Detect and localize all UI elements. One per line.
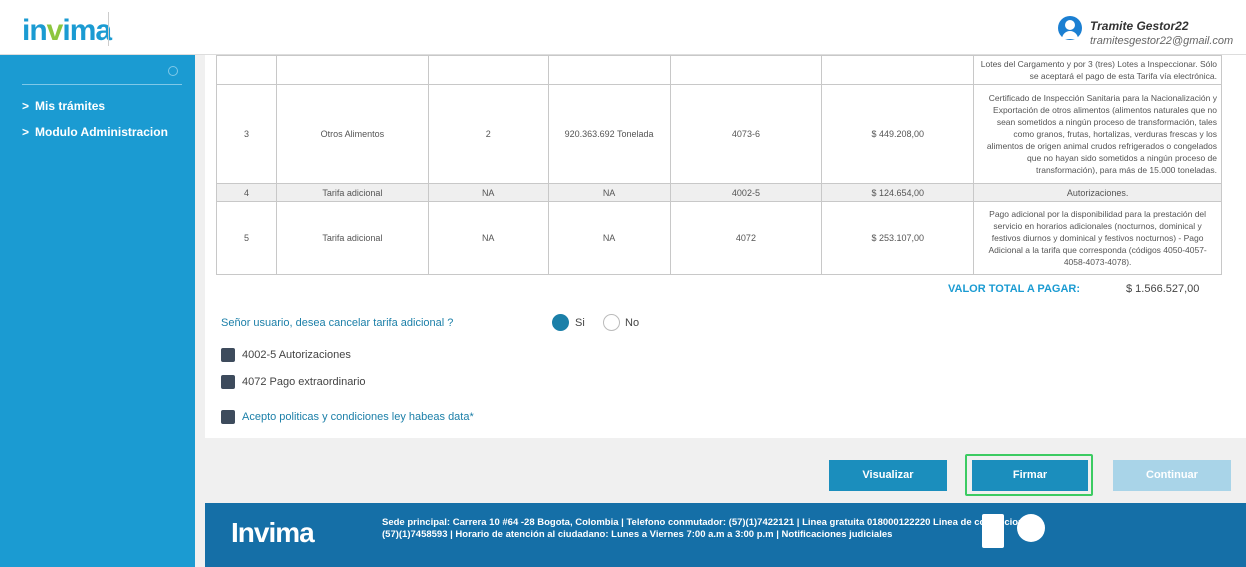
user-email: tramitesgestor22@gmail.com xyxy=(1090,35,1234,47)
footer-contact-text: Sede principal: Carrera 10 #64 -28 Bogot… xyxy=(382,517,1024,540)
quality-seal-icon xyxy=(1017,514,1045,542)
sidebar-item-mis-tramites[interactable]: > Mis trámites xyxy=(22,99,105,113)
chevron-right-icon: > xyxy=(22,99,30,113)
radio-yes[interactable] xyxy=(552,314,569,331)
sidebar-item-modulo-administracion[interactable]: > Modulo Administracion xyxy=(22,125,168,139)
checkbox-pago-extraordinario[interactable] xyxy=(221,375,235,389)
continuar-button[interactable]: Continuar xyxy=(1113,460,1231,491)
total-value: $ 1.566.527,00 xyxy=(1126,283,1200,295)
user-name: Tramite Gestor22 xyxy=(1090,19,1189,33)
top-header: invima Tramite Gestor22 tramitesgestor22… xyxy=(0,0,1246,55)
additional-fee-question: Señor usuario, desea cancelar tarifa adi… xyxy=(221,317,454,329)
visualizar-button[interactable]: Visualizar xyxy=(829,460,947,491)
radio-no[interactable] xyxy=(603,314,620,331)
habeas-data-link[interactable]: Acepto politicas y condiciones ley habea… xyxy=(242,411,474,423)
fees-table: Lotes del Cargamento y por 3 (tres) Lote… xyxy=(216,55,1222,275)
checkbox-autorizaciones[interactable] xyxy=(221,348,235,362)
checkbox-habeas-data[interactable] xyxy=(221,410,235,424)
total-label: VALOR TOTAL A PAGAR: xyxy=(948,283,1080,295)
chevron-right-icon: > xyxy=(22,125,30,139)
sidebar-search[interactable] xyxy=(22,65,182,85)
radio-yes-label[interactable]: Si xyxy=(575,317,585,329)
checkbox-pago-extraordinario-label[interactable]: 4072 Pago extraordinario xyxy=(242,376,366,388)
footer: Invima Sede principal: Carrera 10 #64 -2… xyxy=(205,503,1246,567)
firmar-button[interactable]: Firmar xyxy=(972,460,1088,491)
checkbox-autorizaciones-label[interactable]: 4002-5 Autorizaciones xyxy=(242,349,351,361)
main-panel: Lotes del Cargamento y por 3 (tres) Lote… xyxy=(205,55,1246,438)
search-icon[interactable] xyxy=(168,66,178,76)
sidebar: > Mis trámites > Modulo Administracion xyxy=(0,55,195,567)
radio-no-label[interactable]: No xyxy=(625,317,639,329)
certification-seal-icon xyxy=(982,514,1004,548)
logo-divider xyxy=(108,12,109,46)
table-row: 4 Tarifa adicional NA NA 4002-5 $ 124.65… xyxy=(216,183,1222,202)
table-row: 3 Otros Alimentos 2 920.363.692 Tonelada… xyxy=(216,84,1222,184)
table-row: 5 Tarifa adicional NA NA 4072 $ 253.107,… xyxy=(216,201,1222,275)
footer-logo: Invima xyxy=(231,517,315,548)
table-row: Lotes del Cargamento y por 3 (tres) Lote… xyxy=(216,55,1222,85)
user-avatar-icon[interactable] xyxy=(1058,16,1082,40)
invima-logo[interactable]: invima xyxy=(22,14,112,48)
